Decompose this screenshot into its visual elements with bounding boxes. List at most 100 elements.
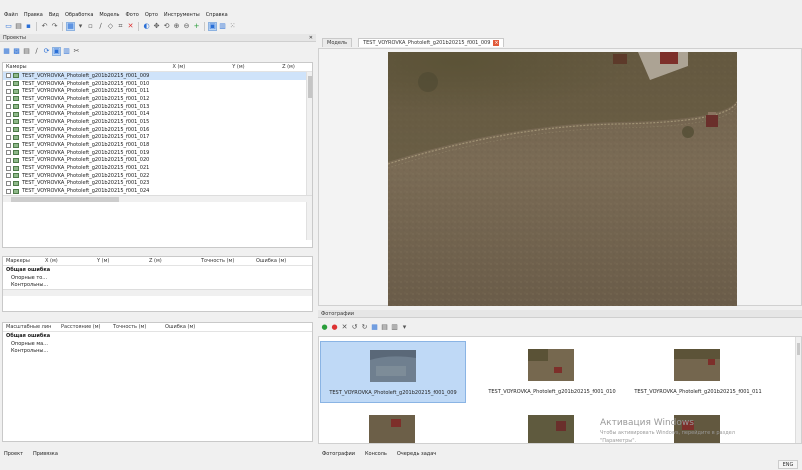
col-marker-z[interactable]: Z (м) xyxy=(149,258,201,264)
camera-checkbox[interactable] xyxy=(6,81,11,87)
tab-jobs[interactable]: Очередь задач xyxy=(397,451,436,457)
camera-checkbox[interactable] xyxy=(6,150,11,156)
navigation-icon[interactable]: ▦ xyxy=(66,21,75,31)
edit-icon[interactable]: ∕ xyxy=(32,47,41,56)
col-marker-y[interactable]: Y (м) xyxy=(97,258,149,264)
rotate-right-icon[interactable]: ↻ xyxy=(360,323,369,332)
col-scalebar-error[interactable]: Ошибка (м) xyxy=(165,324,210,330)
camera-row[interactable]: TEST_VOYROVKA_Photoleft_g201b20215_f001_… xyxy=(3,72,312,80)
crop-icon[interactable]: ⌗ xyxy=(116,22,125,31)
col-x[interactable]: X (м) xyxy=(172,64,232,70)
rectangle-select-icon[interactable]: ▫ xyxy=(86,22,95,31)
photos-scrollbar[interactable] xyxy=(795,337,801,443)
camera-row[interactable]: TEST_VOYROVKA_Photoleft_g201b20215_f001_… xyxy=(3,103,312,111)
camera-checkbox[interactable] xyxy=(6,180,11,186)
delete-selection-icon[interactable]: ✕ xyxy=(126,22,135,31)
menu-item[interactable]: Обработка xyxy=(65,12,93,18)
menu-item[interactable]: Файл xyxy=(4,12,18,18)
camera-checkbox[interactable] xyxy=(6,104,11,110)
remove-items-icon[interactable]: ▤ xyxy=(22,47,31,56)
photo-thumbnail[interactable]: TEST_VOYROVKA_Photoleft_g201b20215_f001_… xyxy=(320,341,466,403)
menu-item[interactable]: Орто xyxy=(145,12,158,18)
tab-reference[interactable]: Привязка xyxy=(33,451,58,457)
menu-item[interactable]: Справка xyxy=(206,12,228,18)
menu-item[interactable]: Правка xyxy=(24,12,43,18)
photo-viewport[interactable] xyxy=(318,48,802,306)
more-dropdown-icon[interactable]: ▾ xyxy=(400,323,409,332)
tab-model[interactable]: Модель xyxy=(322,38,353,47)
col-marker-error[interactable]: Ошибка (м) xyxy=(256,258,296,264)
tab-photo[interactable]: TEST_VOYROVKA_Photoleft_g201b20215_f001_… xyxy=(358,38,505,47)
add-marker-icon[interactable]: + xyxy=(192,22,201,31)
photo-thumbnail[interactable]: TEST_VOYROVKA_Photoleft_g201b20215_f001_… xyxy=(479,341,625,403)
menu-item[interactable]: Инструменты xyxy=(164,12,200,18)
camera-row[interactable]: TEST_VOYROVKA_Photoleft_g201b20215_f001_… xyxy=(3,95,312,103)
tab-photos[interactable]: Фотографии xyxy=(322,451,355,457)
col-cameras[interactable]: Камеры xyxy=(3,64,172,70)
details-view-icon[interactable]: ▤ xyxy=(380,323,389,332)
filter-icon[interactable]: ▥ xyxy=(390,323,399,332)
grid-icon[interactable]: ⁙ xyxy=(228,22,237,31)
scalebars-control[interactable]: Опорные ма... xyxy=(3,340,312,348)
col-z[interactable]: Z (м) xyxy=(282,64,312,70)
camera-row[interactable]: TEST_VOYROVKA_Photoleft_g201b20215_f001_… xyxy=(3,187,312,195)
camera-checkbox[interactable] xyxy=(6,157,11,163)
add-chunk-icon[interactable]: ▦ xyxy=(2,47,11,56)
camera-row[interactable]: TEST_VOYROVKA_Photoleft_g201b20215_f001_… xyxy=(3,80,312,88)
camera-checkbox[interactable] xyxy=(6,111,11,117)
camera-row[interactable]: TEST_VOYROVKA_Photoleft_g201b20215_f001_… xyxy=(3,87,312,95)
markers-horizontal-scrollbar[interactable] xyxy=(3,289,312,297)
camera-row[interactable]: TEST_VOYROVKA_Photoleft_g201b20215_f001_… xyxy=(3,110,312,118)
view-details-icon[interactable]: ▥ xyxy=(62,47,71,56)
reset-view-icon[interactable]: ⟲ xyxy=(162,22,171,31)
col-scalebar-accuracy[interactable]: Точность (м) xyxy=(113,324,165,330)
scalebars-check[interactable]: Контрольны... xyxy=(3,347,312,355)
zoom-out-icon[interactable]: ⊖ xyxy=(182,22,191,31)
tab-console[interactable]: Консоль xyxy=(365,451,387,457)
col-markers[interactable]: Маркеры xyxy=(3,258,45,264)
markers-check-points[interactable]: Контрольны... xyxy=(3,281,312,289)
menu-item[interactable]: Вид xyxy=(49,12,59,18)
photo-thumbnail[interactable] xyxy=(320,407,466,443)
camera-checkbox[interactable] xyxy=(6,73,11,79)
view-list-icon[interactable]: ▣ xyxy=(52,46,61,56)
col-y[interactable]: Y (м) xyxy=(232,64,282,70)
rotate-object-icon[interactable]: ◐ xyxy=(142,22,151,31)
undo-icon[interactable]: ↶ xyxy=(40,22,49,31)
add-photos-icon[interactable]: ▩ xyxy=(12,47,21,56)
camera-row[interactable]: TEST_VOYROVKA_Photoleft_g201b20215_f001_… xyxy=(3,118,312,126)
open-project-icon[interactable]: ▤ xyxy=(14,22,23,31)
menu-item[interactable]: Модель xyxy=(99,12,119,18)
camera-checkbox[interactable] xyxy=(6,119,11,125)
camera-checkbox[interactable] xyxy=(6,165,11,171)
refresh-icon[interactable]: ⟳ xyxy=(42,47,51,56)
disable-camera-icon[interactable]: ● xyxy=(330,323,339,332)
camera-checkbox[interactable] xyxy=(6,188,11,194)
show-cameras-icon[interactable]: ▣ xyxy=(208,21,217,31)
horizontal-scrollbar[interactable] xyxy=(3,195,312,202)
camera-checkbox[interactable] xyxy=(6,127,11,133)
camera-row[interactable]: TEST_VOYROVKA_Photoleft_g201b20215_f001_… xyxy=(3,149,312,157)
language-indicator[interactable]: ENG xyxy=(778,460,798,469)
camera-row[interactable]: TEST_VOYROVKA_Photoleft_g201b20215_f001_… xyxy=(3,126,312,134)
vertical-scrollbar[interactable] xyxy=(306,72,312,240)
panel-close-icon[interactable]: ✕ xyxy=(309,34,313,42)
new-project-icon[interactable]: ▭ xyxy=(4,22,13,31)
camera-row[interactable]: TEST_VOYROVKA_Photoleft_g201b20215_f001_… xyxy=(3,134,312,142)
camera-row[interactable]: TEST_VOYROVKA_Photoleft_g201b20215_f001_… xyxy=(3,164,312,172)
shape-icon[interactable]: ◇ xyxy=(106,22,115,31)
selection-dropdown-icon[interactable]: ▾ xyxy=(76,22,85,31)
camera-checkbox[interactable] xyxy=(6,88,11,94)
camera-checkbox[interactable] xyxy=(6,96,11,102)
tab-project[interactable]: Проект xyxy=(4,451,23,457)
save-project-icon[interactable]: ▪ xyxy=(24,22,33,31)
enable-camera-icon[interactable]: ● xyxy=(320,323,329,332)
col-distance[interactable]: Расстояние (м) xyxy=(61,324,113,330)
camera-row[interactable]: TEST_VOYROVKA_Photoleft_g201b20215_f001_… xyxy=(3,141,312,149)
col-marker-accuracy[interactable]: Точность (м) xyxy=(201,258,256,264)
settings-tools-icon[interactable]: ✂ xyxy=(72,47,81,56)
camera-row[interactable]: TEST_VOYROVKA_Photoleft_g201b20215_f001_… xyxy=(3,180,312,188)
markers-control-points[interactable]: Опорные то... xyxy=(3,274,312,282)
camera-checkbox[interactable] xyxy=(6,134,11,140)
camera-checkbox[interactable] xyxy=(6,173,11,179)
